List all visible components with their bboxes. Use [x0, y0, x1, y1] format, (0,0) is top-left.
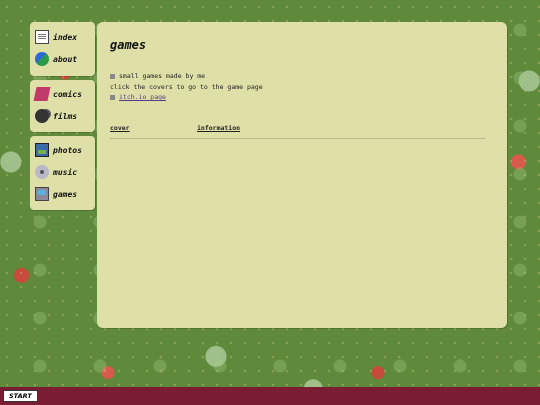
start-button[interactable]: START — [3, 390, 38, 402]
nav-item-games[interactable]: games — [30, 183, 95, 205]
instruction-line: click the covers to go to the game page — [110, 83, 263, 91]
description-text: small games made by me — [119, 72, 206, 80]
nav-item-about[interactable]: about — [30, 48, 95, 70]
book-icon — [33, 87, 51, 101]
nav-label-music: music — [53, 167, 78, 177]
nav-label-about: about — [53, 54, 78, 64]
bullet-icon — [110, 73, 115, 79]
itch-io-link[interactable]: itch.io page — [119, 93, 166, 101]
bullet-icon — [110, 94, 115, 100]
nav-item-index[interactable]: index — [30, 26, 95, 48]
taskbar: START — [0, 387, 540, 405]
computer-icon — [35, 187, 49, 201]
main-content-panel: games small games made by me click the c… — [97, 22, 507, 328]
sidebar-group-media: comics films — [30, 80, 95, 132]
nav-label-comics: comics — [53, 89, 82, 99]
nav-item-photos[interactable]: photos — [30, 139, 95, 161]
nav-item-music[interactable]: music — [30, 161, 95, 183]
nav-label-photos: photos — [53, 145, 82, 155]
column-header-information: information — [197, 124, 241, 132]
itch-link-line: itch.io page — [110, 93, 166, 101]
nav-item-films[interactable]: films — [30, 105, 95, 127]
page-title: games — [110, 38, 147, 52]
film-camera-icon — [35, 109, 49, 123]
nav-label-games: games — [53, 189, 78, 199]
nav-label-index: index — [53, 32, 78, 42]
cd-icon — [35, 165, 49, 179]
column-header-cover: cover — [110, 124, 130, 132]
table-divider — [110, 138, 485, 139]
picture-icon — [35, 143, 49, 157]
description-line: small games made by me — [110, 72, 205, 80]
sidebar-group-creative: photos music games — [30, 136, 95, 210]
globe-icon — [35, 52, 49, 66]
nav-label-films: films — [53, 111, 78, 121]
nav-item-comics[interactable]: comics — [30, 83, 95, 105]
sidebar-group-main: index about — [30, 22, 95, 76]
document-icon — [35, 30, 49, 44]
